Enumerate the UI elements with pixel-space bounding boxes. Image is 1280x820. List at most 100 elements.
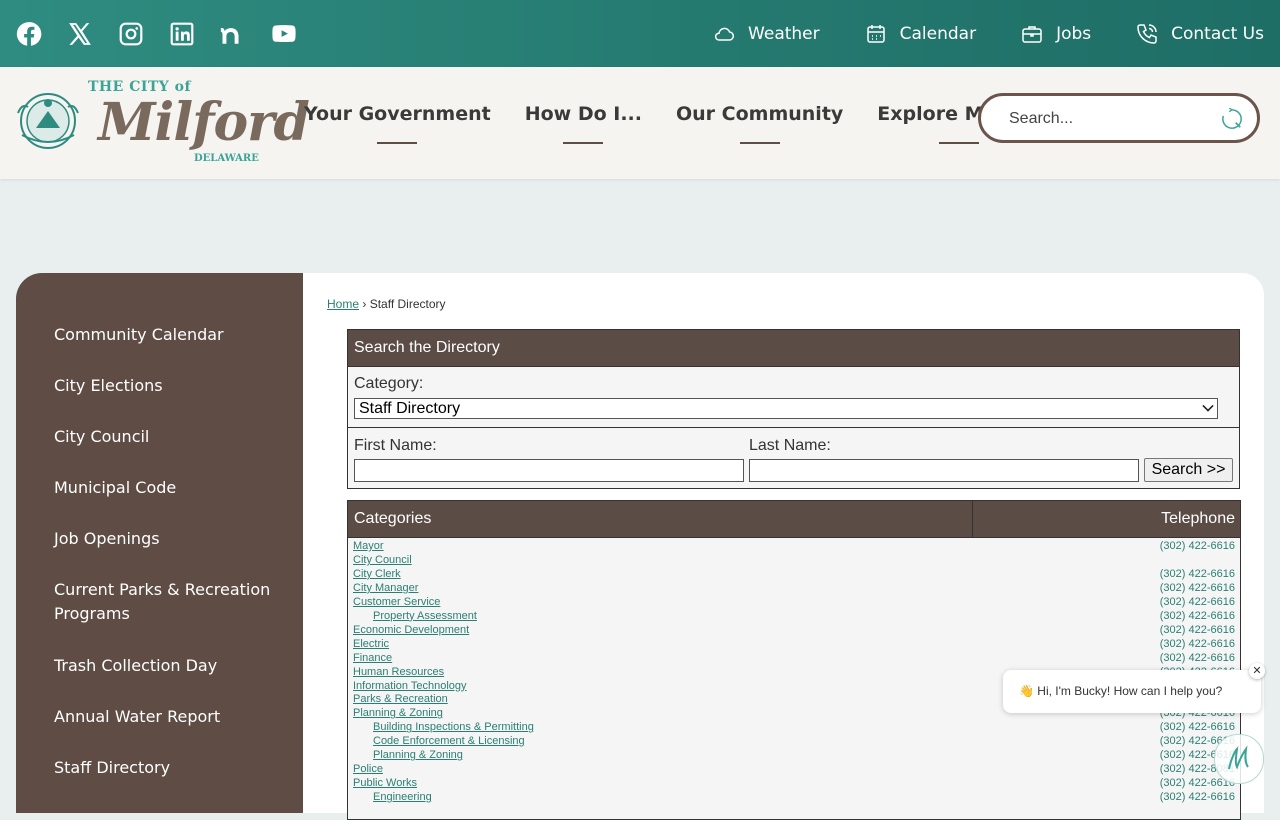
linkedin-icon[interactable] xyxy=(169,20,195,48)
category-row: Category: Staff Directory xyxy=(348,367,1239,428)
calendar-link[interactable]: Calendar xyxy=(864,22,976,46)
category-link[interactable]: Code Enforcement & Licensing xyxy=(373,734,525,748)
category-link[interactable]: Building Inspections & Permitting xyxy=(373,720,534,734)
instagram-icon[interactable] xyxy=(118,20,144,48)
category-link[interactable]: Information Technology xyxy=(353,679,467,693)
telephone-value: (302) 422-6616 xyxy=(1159,609,1235,622)
table-row: Engineering (302) 422-6616 xyxy=(348,790,1240,804)
telephone-value: (302) 422-6616 xyxy=(1159,581,1235,594)
category-link[interactable]: City Manager xyxy=(353,581,418,595)
telephone-value: (302) 422-6616 xyxy=(1159,595,1235,608)
table-row: Electric (302) 422-6616 xyxy=(348,637,1240,651)
chat-close-button[interactable]: ✕ xyxy=(1249,663,1265,679)
breadcrumb-current: Staff Directory xyxy=(369,297,446,311)
telephone-value: (302) 422-6616 xyxy=(1159,623,1235,636)
nav-underline xyxy=(739,141,780,144)
table-row: Mayor (302) 422-6616 xyxy=(348,539,1240,553)
categories-table: Categories Telephone Mayor (302) 422-6616… xyxy=(347,500,1241,820)
category-link[interactable]: Planning & Zoning xyxy=(353,706,443,720)
directory-search-box: Search the Directory Category: Staff Dir… xyxy=(347,329,1240,489)
top-bar: Weather Calendar Jobs Contact Us xyxy=(0,0,1280,67)
sidebar-item-city-elections[interactable]: City Elections xyxy=(54,374,284,398)
category-link[interactable]: City Clerk xyxy=(353,567,401,581)
chat-launcher-button[interactable] xyxy=(1214,734,1264,784)
logo-line3: DELAWARE xyxy=(194,153,259,164)
category-label: Category: xyxy=(354,375,424,392)
x-icon[interactable] xyxy=(67,20,93,48)
table-row: City Clerk (302) 422-6616 xyxy=(348,567,1240,581)
category-link[interactable]: Public Works xyxy=(353,776,417,790)
table-row: Customer Service (302) 422-6616 xyxy=(348,595,1240,609)
name-row: First Name: Last Name: Search >> xyxy=(348,428,1239,488)
chat-bubble[interactable]: 👋 Hi, I'm Bucky! How can I help you? xyxy=(1003,670,1261,713)
youtube-icon[interactable] xyxy=(271,20,297,48)
nav-our-community[interactable]: Our Community xyxy=(659,67,860,179)
table-row: Planning & Zoning (302) 422-6616 xyxy=(348,748,1240,762)
sidebar-item-trash-collection[interactable]: Trash Collection Day xyxy=(54,654,284,678)
telephone-value: (302) 422-6616 xyxy=(1159,721,1235,734)
category-link[interactable]: Finance xyxy=(353,651,392,665)
breadcrumb-separator: › xyxy=(359,297,370,311)
site-header: THE CITY of Milford DELAWARE Your Govern… xyxy=(0,67,1280,179)
facebook-icon[interactable] xyxy=(16,20,42,48)
search-button[interactable]: Search >> xyxy=(1144,458,1233,482)
sidebar: Community Calendar City Elections City C… xyxy=(16,273,303,813)
table-row: City Council xyxy=(348,553,1240,567)
category-link[interactable]: City Council xyxy=(353,553,412,567)
nav-underline xyxy=(563,141,604,144)
category-selected: Staff Directory xyxy=(359,400,461,417)
category-link[interactable]: Police xyxy=(353,762,383,776)
table-row: City Manager (302) 422-6616 xyxy=(348,581,1240,595)
sidebar-item-job-openings[interactable]: Job Openings xyxy=(54,527,284,551)
nav-label: How Do I... xyxy=(524,102,642,125)
phone-icon xyxy=(1137,23,1157,44)
nav-your-government[interactable]: Your Government xyxy=(287,67,508,179)
table-row: Police (302) 422-8081 xyxy=(348,762,1240,776)
weather-link[interactable]: Weather xyxy=(712,22,820,46)
jobs-link[interactable]: Jobs xyxy=(1020,22,1091,46)
category-link[interactable]: Parks & Recreation xyxy=(353,692,448,706)
contact-us-link[interactable]: Contact Us xyxy=(1135,22,1264,46)
site-search xyxy=(978,93,1260,143)
calendar-icon xyxy=(866,24,885,43)
last-name-input[interactable] xyxy=(749,459,1139,482)
header-divider xyxy=(972,501,973,537)
logo-line2: Milford xyxy=(98,92,310,153)
category-link[interactable]: Economic Development xyxy=(353,623,469,637)
calendar-label: Calendar xyxy=(899,23,977,44)
category-link[interactable]: Property Assessment xyxy=(373,609,477,623)
city-logo[interactable]: THE CITY of Milford DELAWARE xyxy=(14,73,310,173)
sidebar-item-staff-directory[interactable]: Staff Directory xyxy=(54,756,284,780)
search-input[interactable] xyxy=(1007,106,1211,132)
breadcrumb-home[interactable]: Home xyxy=(327,297,359,311)
category-link[interactable]: Human Resources xyxy=(353,665,444,679)
categories-table-header: Categories Telephone xyxy=(348,501,1240,538)
category-link[interactable]: Customer Service xyxy=(353,595,440,609)
nextdoor-icon[interactable] xyxy=(220,20,246,48)
contact-us-label: Contact Us xyxy=(1171,23,1264,44)
nav-label: Our Community xyxy=(676,102,844,125)
category-link[interactable]: Engineering xyxy=(373,790,432,804)
table-row: Code Enforcement & Licensing (302) 422-66… xyxy=(348,734,1240,748)
chat-logo-icon xyxy=(1228,745,1249,770)
sidebar-item-community-calendar[interactable]: Community Calendar xyxy=(54,323,284,347)
sidebar-item-municipal-code[interactable]: Municipal Code xyxy=(54,476,284,500)
nav-underline xyxy=(377,141,418,144)
nav-how-do-i[interactable]: How Do I... xyxy=(508,67,659,179)
sidebar-item-water-report[interactable]: Annual Water Report xyxy=(54,705,284,729)
first-name-input[interactable] xyxy=(354,459,744,482)
sidebar-item-city-council[interactable]: City Council xyxy=(54,425,284,449)
chat-message: 👋 Hi, I'm Bucky! How can I help you? xyxy=(1019,684,1223,698)
sidebar-item-parks-programs[interactable]: Current Parks & Recreation Programs xyxy=(54,578,284,626)
category-select[interactable]: Staff Directory xyxy=(354,398,1218,419)
chevron-down-icon xyxy=(1202,400,1214,412)
category-link[interactable]: Electric xyxy=(353,637,389,651)
table-row: Property Assessment (302) 422-6616 xyxy=(348,609,1240,623)
search-icon[interactable] xyxy=(1221,108,1243,130)
breadcrumb: Home › Staff Directory xyxy=(327,297,446,311)
social-links xyxy=(16,20,322,48)
category-link[interactable]: Planning & Zoning xyxy=(373,748,463,762)
category-link[interactable]: Mayor xyxy=(353,539,384,553)
main-nav: Your Government How Do I... Our Communit… xyxy=(287,67,1058,179)
table-row: Building Inspections & Permitting (302) 4… xyxy=(348,720,1240,734)
